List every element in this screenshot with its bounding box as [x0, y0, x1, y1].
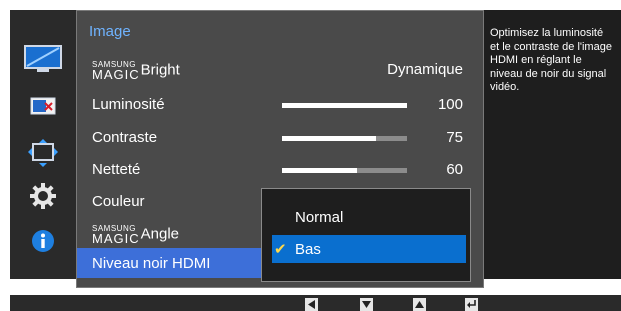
menu-row-magic-bright[interactable]: SAMSUNG MAGIC Bright Dynamique: [77, 54, 483, 86]
menu-row-value: 75: [446, 129, 463, 146]
hdmi-black-level-popup: Normal ✔ Bas: [261, 188, 471, 282]
menu-row-label: Luminosité: [92, 96, 165, 113]
menu-row-niveau-noir-hdmi[interactable]: Niveau noir HDMI: [77, 248, 262, 278]
menu-row-label: Couleur: [92, 193, 145, 210]
picture-icon[interactable]: [10, 40, 76, 80]
menu-row-value: 100: [437, 96, 463, 113]
sidebar-icons: [10, 10, 76, 279]
help-text: Optimisez la luminosité et le contraste …: [490, 27, 612, 93]
menu-row-label: Netteté: [92, 161, 141, 178]
menu-row-label: Niveau noir HDMI: [92, 255, 211, 272]
up-arrow-button[interactable]: [413, 298, 426, 311]
menu-title: Image: [89, 23, 131, 40]
level-bar: [282, 168, 407, 173]
screen-adjust-icon[interactable]: [10, 88, 76, 128]
option-label: Bas: [295, 241, 321, 258]
menu-row-value: 60: [446, 161, 463, 178]
checkmark-icon: ✔: [274, 241, 287, 258]
menu-row-luminosite[interactable]: Luminosité 100: [77, 89, 483, 121]
settings-gear-icon[interactable]: [10, 176, 76, 216]
level-bar: [282, 103, 407, 108]
menu-row-label: Bright: [140, 61, 180, 79]
position-icon[interactable]: [10, 133, 76, 173]
level-bar: [282, 136, 407, 141]
menu-row-value: Dynamique: [387, 61, 463, 78]
down-arrow-button[interactable]: [360, 298, 373, 311]
menu-row-nettete[interactable]: Netteté 60: [77, 154, 483, 186]
option-label: Normal: [295, 209, 344, 226]
enter-button[interactable]: [465, 298, 478, 311]
menu-row-label: Contraste: [92, 129, 158, 146]
samsung-magic-logo: SAMSUNG MAGIC: [92, 224, 140, 246]
information-icon[interactable]: [10, 221, 76, 261]
option-bas[interactable]: ✔ Bas: [272, 235, 466, 263]
option-normal[interactable]: Normal: [272, 203, 466, 231]
samsung-magic-logo: SAMSUNG MAGIC: [92, 60, 140, 82]
left-arrow-button[interactable]: [305, 298, 318, 311]
menu-row-label: Angle: [140, 225, 179, 243]
menu-row-contraste[interactable]: Contraste 75: [77, 122, 483, 154]
